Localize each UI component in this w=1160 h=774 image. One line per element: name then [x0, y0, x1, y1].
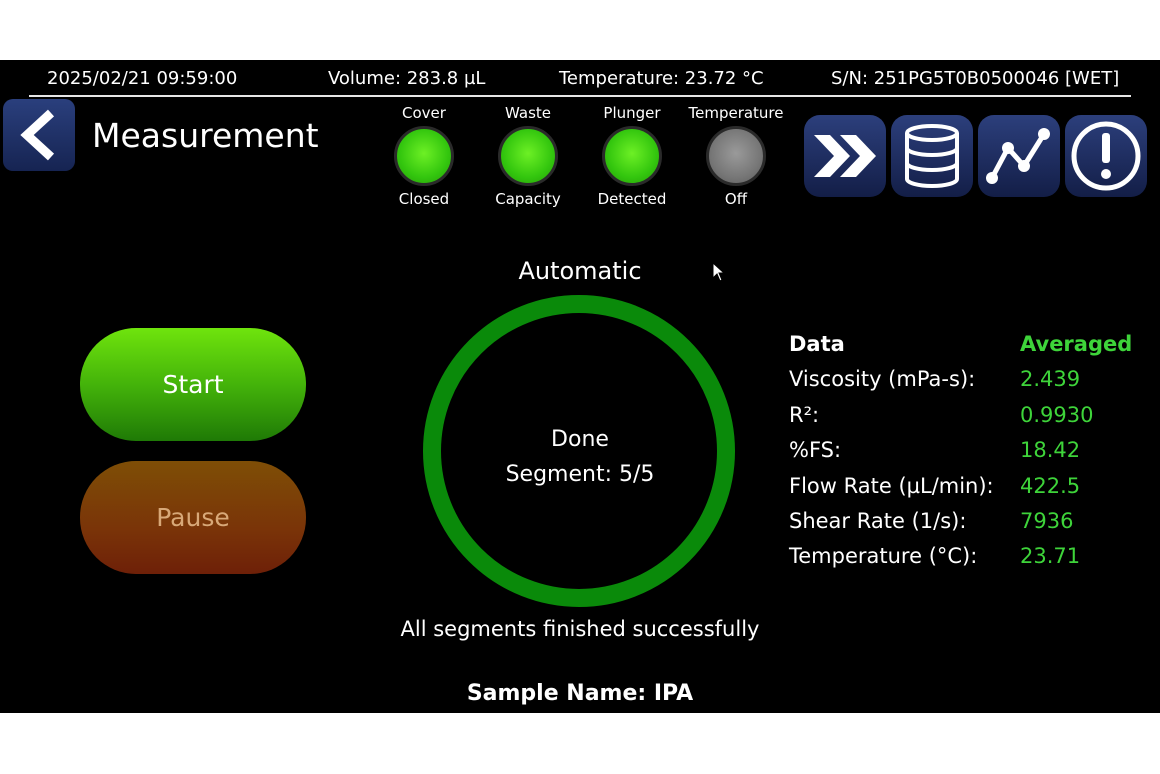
header-label: Data [789, 332, 845, 356]
row-value: 2.439 [1020, 367, 1081, 392]
sample-name: Sample Name: IPA [466, 681, 694, 706]
row-label: Shear Rate (1/s): [789, 508, 967, 533]
alert-icon [1071, 121, 1141, 191]
indicator-state: Detected [597, 190, 667, 208]
row-value: 0.9930 [1020, 402, 1094, 427]
serial-status: S/N: 251PG5T0B0500046 [WET] [831, 68, 1120, 89]
plunger-indicator: Plunger Detected [577, 104, 687, 208]
waste-indicator: Waste Capacity [473, 104, 583, 208]
row-value: 18.42 [1020, 438, 1081, 463]
status-light [706, 126, 766, 186]
row-label: %FS: [789, 438, 842, 463]
volume-status: Volume: 283.8 µL [328, 68, 486, 89]
row-value: 7936 [1020, 508, 1074, 533]
page-title: Measurement [92, 116, 319, 155]
database-icon [905, 124, 959, 188]
header-value: Averaged [1020, 332, 1133, 356]
chevron-left-icon [20, 109, 55, 161]
row-value: 23.71 [1020, 544, 1081, 569]
datetime-status: 2025/02/21 09:59:00 [47, 68, 238, 89]
completion-message: All segments finished successfully [400, 617, 760, 641]
status-light [394, 126, 454, 186]
status-light [602, 126, 662, 186]
mode-label: Automatic [518, 257, 642, 285]
row-label: Flow Rate (µL/min): [789, 473, 994, 498]
temperature-indicator: Temperature Off [681, 104, 791, 208]
chart-button[interactable] [978, 115, 1060, 197]
device-screen: 2025/02/21 09:59:00 Volume: 283.8 µL Tem… [0, 60, 1160, 713]
segment-counter: Segment: 5/5 [505, 462, 655, 487]
indicator-label: Plunger [603, 104, 661, 122]
status-light [498, 126, 558, 186]
indicator-state: Off [724, 190, 748, 208]
progress-status: Done [551, 427, 609, 452]
back-button[interactable] [3, 99, 75, 171]
row-label: R²: [789, 402, 820, 427]
fast-forward-icon [814, 135, 876, 177]
mouse-cursor-icon [712, 262, 726, 282]
skip-forward-button[interactable] [804, 115, 886, 197]
indicator-label: Cover [402, 104, 446, 122]
indicator-label: Temperature [688, 104, 784, 122]
indicator-label: Waste [505, 104, 551, 122]
temperature-status: Temperature: 23.72 °C [559, 68, 764, 89]
cover-indicator: Cover Closed [369, 104, 479, 208]
chart-line-icon [986, 128, 1050, 184]
status-divider [29, 95, 1131, 97]
indicator-state: Closed [398, 190, 450, 208]
row-label: Temperature (°C): [789, 544, 978, 569]
indicator-state: Capacity [495, 190, 561, 208]
start-button[interactable]: Start [80, 328, 306, 441]
pause-button[interactable]: Pause [80, 461, 306, 574]
progress-text: Done Segment: 5/5 [450, 422, 710, 492]
alert-button[interactable] [1065, 115, 1147, 197]
row-value: 422.5 [1020, 473, 1081, 498]
database-button[interactable] [891, 115, 973, 197]
row-label: Viscosity (mPa-s): [789, 367, 976, 392]
